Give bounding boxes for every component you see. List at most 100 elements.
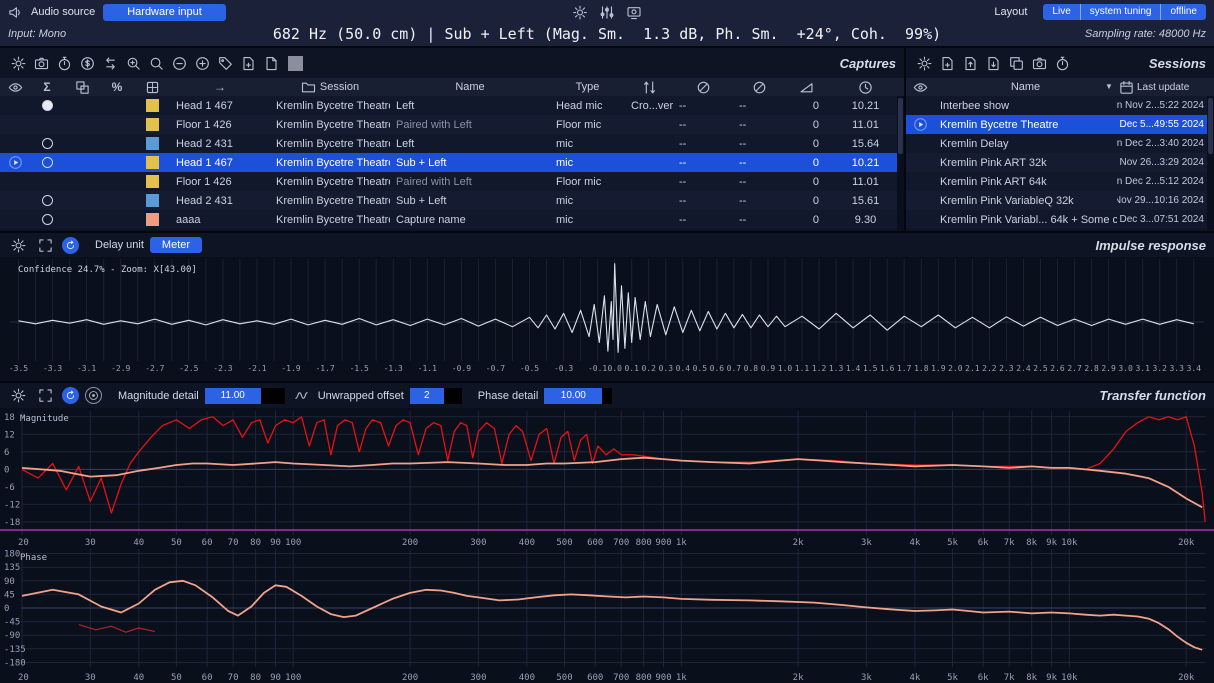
capture-cascade-cell[interactable] xyxy=(64,191,100,210)
session-row[interactable]: Kremlin Bycetre TheatreThu Dec 5...49:55… xyxy=(906,115,1214,134)
capture-color-cell[interactable] xyxy=(134,115,170,134)
play-icon[interactable] xyxy=(913,117,928,132)
visibility-radio[interactable] xyxy=(42,138,53,149)
dollar-icon[interactable] xyxy=(77,54,98,73)
session-active-cell[interactable] xyxy=(906,153,934,172)
capture-active-cell[interactable] xyxy=(0,153,30,172)
capture-percent-cell[interactable] xyxy=(100,115,134,134)
capture-percent-cell[interactable] xyxy=(100,96,134,115)
capture-color-cell[interactable] xyxy=(134,172,170,191)
sessions-scrollbar[interactable] xyxy=(1207,96,1214,231)
stopwatch-icon[interactable] xyxy=(1052,54,1073,73)
hardware-input-button[interactable]: Hardware input xyxy=(103,4,226,21)
capture-color-swatch[interactable] xyxy=(146,99,159,112)
capture-visible-toggle[interactable] xyxy=(30,96,64,115)
mode-offline-button[interactable]: offline xyxy=(1161,4,1206,20)
capture-color-swatch[interactable] xyxy=(146,137,159,150)
capture-visible-toggle[interactable] xyxy=(30,153,64,172)
capture-cascade-cell[interactable] xyxy=(64,210,100,229)
session-row[interactable]: Kremlin DelayMon Dec 2...3:40 2024 xyxy=(906,134,1214,153)
magnitude-plot[interactable]: Magnitude 181260-6-12-182030405060708090… xyxy=(0,408,1214,547)
unwrapped-offset-input[interactable]: 2 xyxy=(410,388,462,404)
session-column-header[interactable]: Session xyxy=(270,78,390,96)
capture-row[interactable]: Floor 1 426Kremlin Bycetre TheatrePaired… xyxy=(0,115,904,134)
settings-gear-icon[interactable] xyxy=(573,5,588,20)
sliders-icon[interactable] xyxy=(600,5,615,20)
capture-cascade-cell[interactable] xyxy=(64,153,100,172)
capture-active-cell[interactable] xyxy=(0,172,30,191)
session-row[interactable]: Kremlin Pink ART 64kMon Dec 2...5:12 202… xyxy=(906,172,1214,191)
capture-active-cell[interactable] xyxy=(0,210,30,229)
capture-row[interactable]: Head 2 431Kremlin Bycetre TheatreLeftmic… xyxy=(0,134,904,153)
capture-percent-cell[interactable] xyxy=(100,134,134,153)
magnitude-detail-input[interactable]: 11.00 xyxy=(205,388,285,404)
delay-unit-meter-button[interactable]: Meter xyxy=(150,237,202,253)
mode-system-tuning-button[interactable]: system tuning xyxy=(1081,4,1162,20)
capture-active-cell[interactable] xyxy=(0,96,30,115)
capture-active-cell[interactable] xyxy=(0,191,30,210)
capture-visible-toggle[interactable] xyxy=(30,172,64,191)
capture-color-cell[interactable] xyxy=(134,153,170,172)
capture-visible-toggle[interactable] xyxy=(30,210,64,229)
capture-visible-toggle[interactable] xyxy=(30,134,64,153)
session-active-cell[interactable] xyxy=(906,172,934,191)
session-row[interactable]: Kremlin Pink Variabl... 64k + Some comme… xyxy=(906,210,1214,229)
capture-percent-cell[interactable] xyxy=(100,191,134,210)
autoset-delay-button[interactable] xyxy=(62,237,79,254)
tag-icon[interactable] xyxy=(215,54,236,73)
fullscreen-icon[interactable] xyxy=(35,386,56,405)
gear-icon[interactable] xyxy=(914,54,935,73)
color-swatch[interactable] xyxy=(288,56,303,71)
session-row[interactable]: Kremlin Pink VariableQ 32kFri Nov 29...1… xyxy=(906,191,1214,210)
sessions-name-header[interactable]: Name ▼ xyxy=(934,78,1117,96)
capture-color-cell[interactable] xyxy=(134,96,170,115)
capture-visible-toggle[interactable] xyxy=(30,191,64,210)
capture-row[interactable]: Head 1 467Kremlin Bycetre TheatreLeftHea… xyxy=(0,96,904,115)
impulse-plot[interactable]: Confidence 24.7% - Zoom: X[43.00] -3.5-3… xyxy=(0,257,1214,381)
gear-icon[interactable] xyxy=(8,236,29,255)
capture-color-swatch[interactable] xyxy=(146,156,159,169)
type-column-header[interactable]: Type xyxy=(550,78,625,96)
layout-label[interactable]: Layout xyxy=(994,6,1027,18)
fullscreen-icon[interactable] xyxy=(35,236,56,255)
visibility-radio[interactable] xyxy=(42,195,53,206)
magnifier-icon[interactable] xyxy=(146,54,167,73)
file-plus-icon[interactable] xyxy=(937,54,958,73)
gear-icon[interactable] xyxy=(8,386,29,405)
capture-percent-cell[interactable] xyxy=(100,153,134,172)
capture-color-swatch[interactable] xyxy=(146,194,159,207)
stopwatch-icon[interactable] xyxy=(54,54,75,73)
session-active-cell[interactable] xyxy=(906,96,934,115)
gear-icon[interactable] xyxy=(8,54,29,73)
capture-cascade-cell[interactable] xyxy=(64,134,100,153)
play-icon[interactable] xyxy=(8,155,23,170)
capture-percent-cell[interactable] xyxy=(100,172,134,191)
phase-detail-input[interactable]: 10.00 xyxy=(544,388,612,404)
capture-active-cell[interactable] xyxy=(0,134,30,153)
capture-cascade-cell[interactable] xyxy=(64,172,100,191)
session-row[interactable]: Kremlin Pink ART 32kTue Nov 26...3:29 20… xyxy=(906,153,1214,172)
target-button[interactable] xyxy=(85,387,102,404)
capture-visible-toggle[interactable] xyxy=(30,115,64,134)
session-active-cell[interactable] xyxy=(906,115,934,134)
visibility-radio[interactable] xyxy=(42,214,53,225)
capture-cascade-cell[interactable] xyxy=(64,115,100,134)
sessions-date-header[interactable]: Last update xyxy=(1117,78,1214,96)
capture-row[interactable]: aaaaKremlin Bycetre TheatreCapture namem… xyxy=(0,210,904,229)
phase-plot[interactable]: Phase 18013590450-45-90-135-180203040506… xyxy=(0,547,1214,683)
capture-cascade-cell[interactable] xyxy=(64,96,100,115)
copy-icon[interactable] xyxy=(1006,54,1027,73)
file-plus-icon[interactable] xyxy=(238,54,259,73)
visibility-radio[interactable] xyxy=(42,100,53,111)
capture-percent-cell[interactable] xyxy=(100,210,134,229)
camera-icon[interactable] xyxy=(1029,54,1050,73)
capture-color-swatch[interactable] xyxy=(146,213,159,226)
capture-color-swatch[interactable] xyxy=(146,118,159,131)
smoothing-button[interactable] xyxy=(62,387,79,404)
visibility-radio[interactable] xyxy=(42,157,53,168)
file-icon[interactable] xyxy=(261,54,282,73)
session-row[interactable]: Interbee showMon Nov 2...5:22 2024 xyxy=(906,96,1214,115)
swap-icon[interactable] xyxy=(100,54,121,73)
display-icon[interactable] xyxy=(627,5,642,20)
mode-live-button[interactable]: Live xyxy=(1043,4,1080,20)
